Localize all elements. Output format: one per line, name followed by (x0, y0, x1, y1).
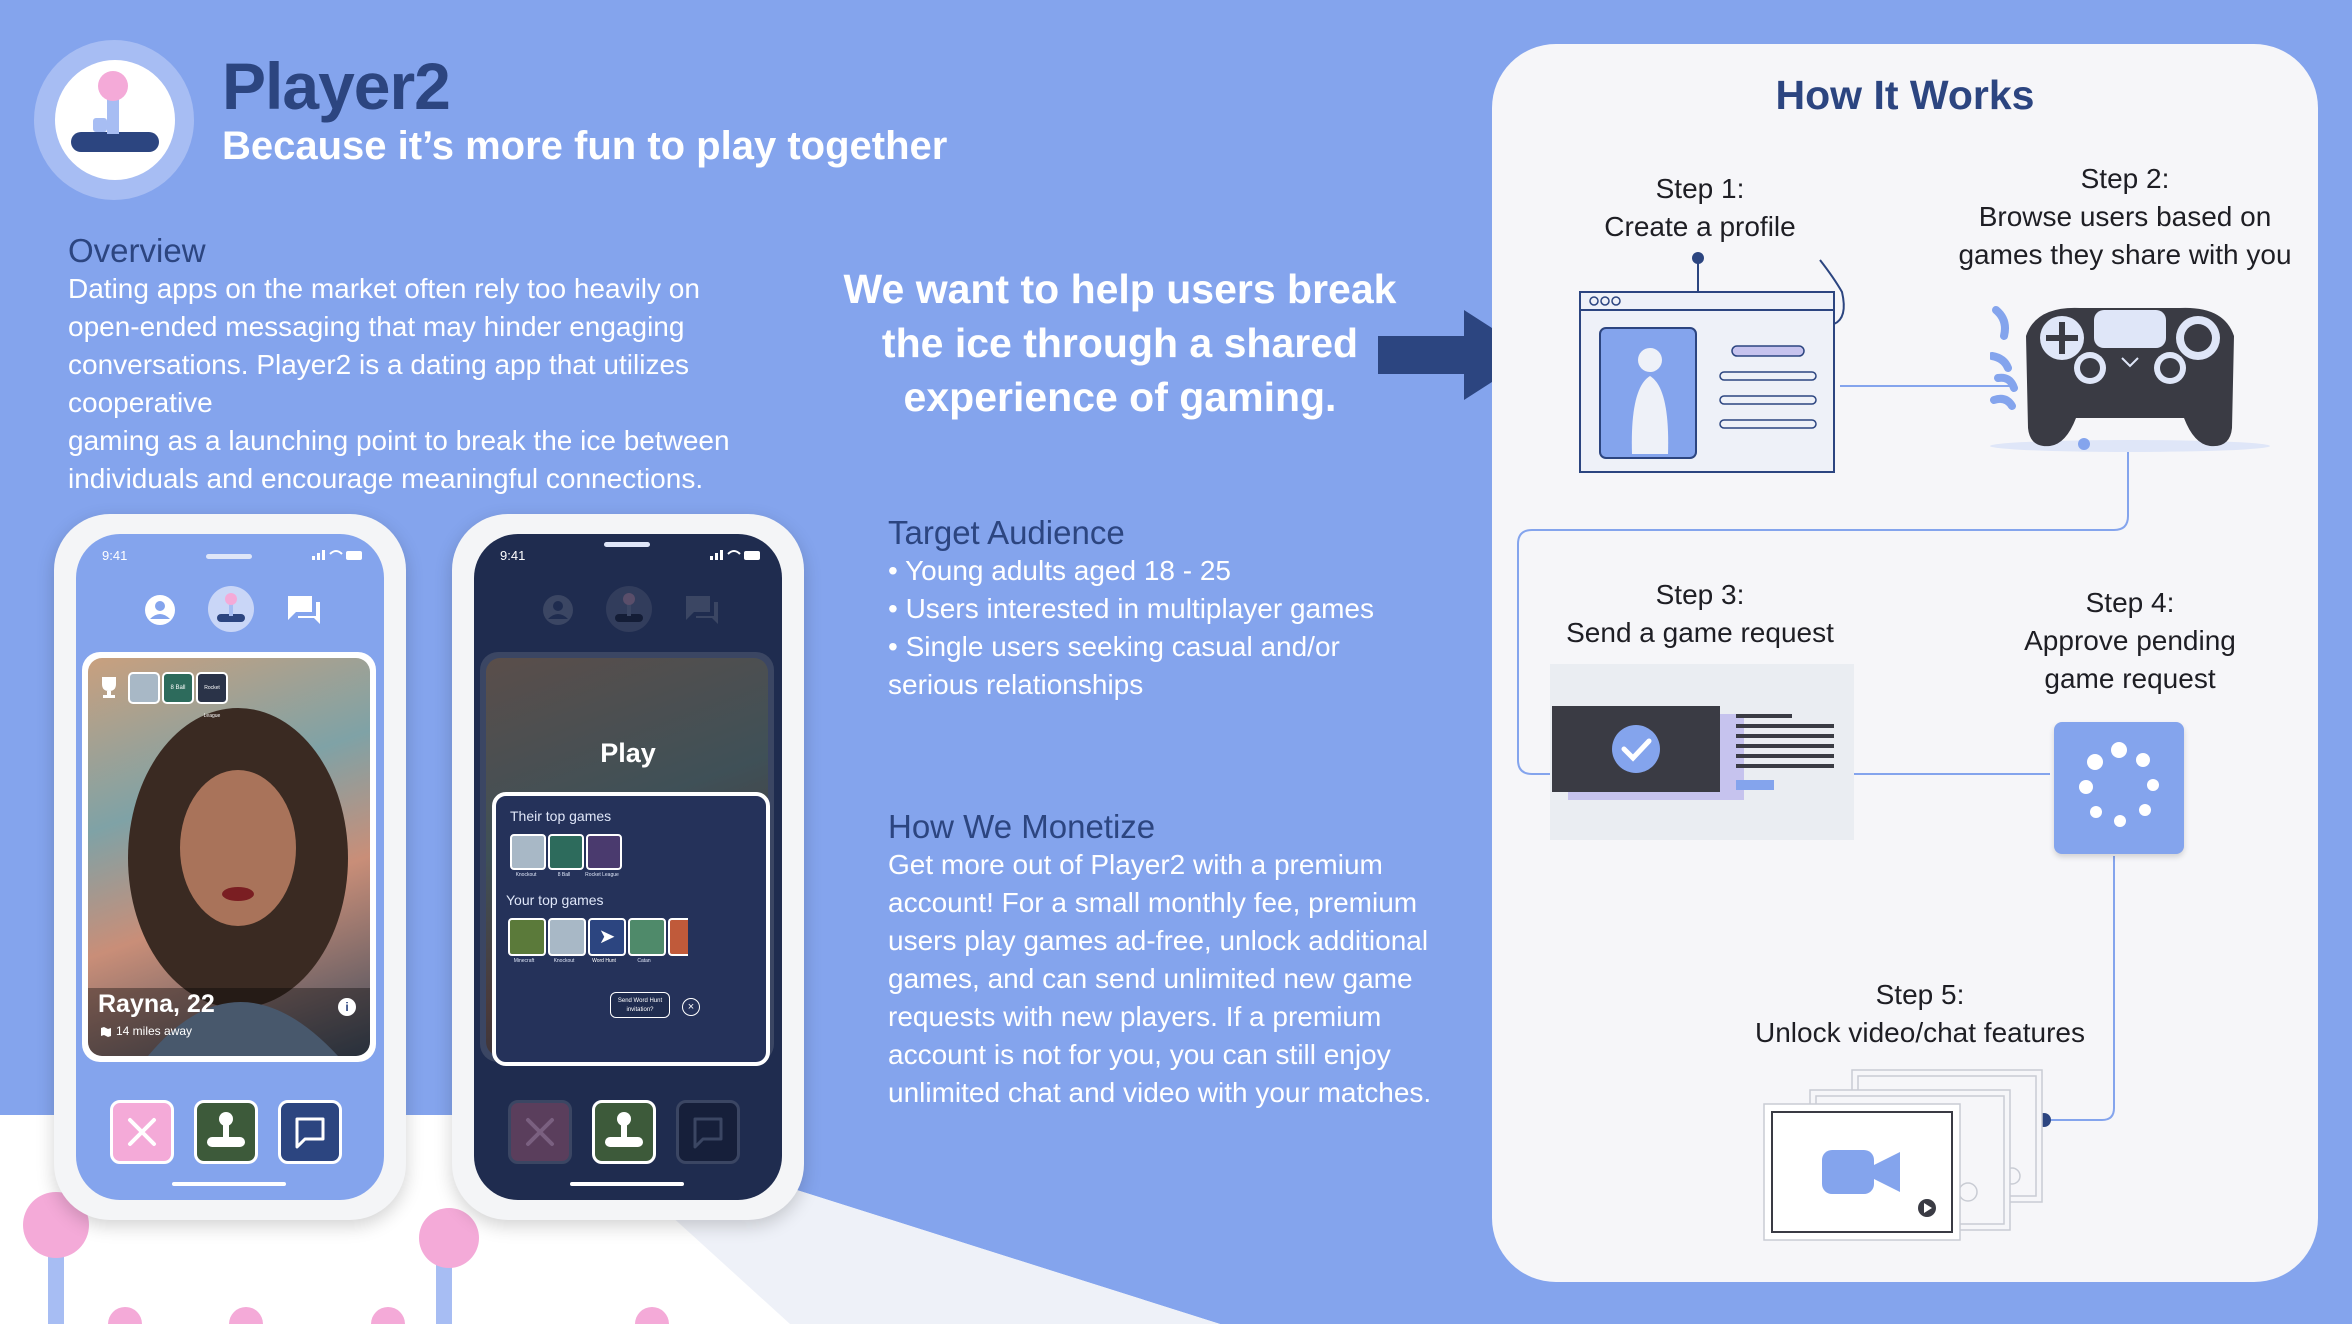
step-3: Step 3: Send a game request (1530, 576, 1870, 652)
step-text: Unlock video/chat features (1755, 1017, 2085, 1048)
profile-window-icon (1579, 252, 1845, 473)
step-2: Step 2: Browse users based on games they… (1940, 160, 2310, 274)
step-label: Step 4: (2085, 587, 2175, 618)
step-text: Create a profile (1604, 211, 1796, 242)
step-label: Step 5: (1875, 979, 1965, 1010)
step-4: Step 4: Approve pending game request (1960, 584, 2300, 698)
step-1: Step 1: Create a profile (1540, 170, 1860, 246)
video-chat-icon (1763, 1069, 2043, 1241)
step-label: Step 3: (1655, 579, 1745, 610)
step-5: Step 5: Unlock video/chat features (1720, 976, 2120, 1052)
gamepad-icon (1990, 306, 2270, 452)
step-text: game request (2044, 663, 2216, 694)
step-text: Send a game request (1566, 617, 1834, 648)
loading-spinner-icon (2054, 722, 2184, 854)
game-request-icon (1550, 664, 1854, 840)
step-text: Browse users based on (1978, 201, 2272, 232)
step-label: Step 1: (1655, 173, 1745, 204)
step-text: games they share with you (1958, 239, 2292, 270)
step-text: Approve pending (2024, 625, 2236, 656)
step-label: Step 2: (2080, 163, 2170, 194)
